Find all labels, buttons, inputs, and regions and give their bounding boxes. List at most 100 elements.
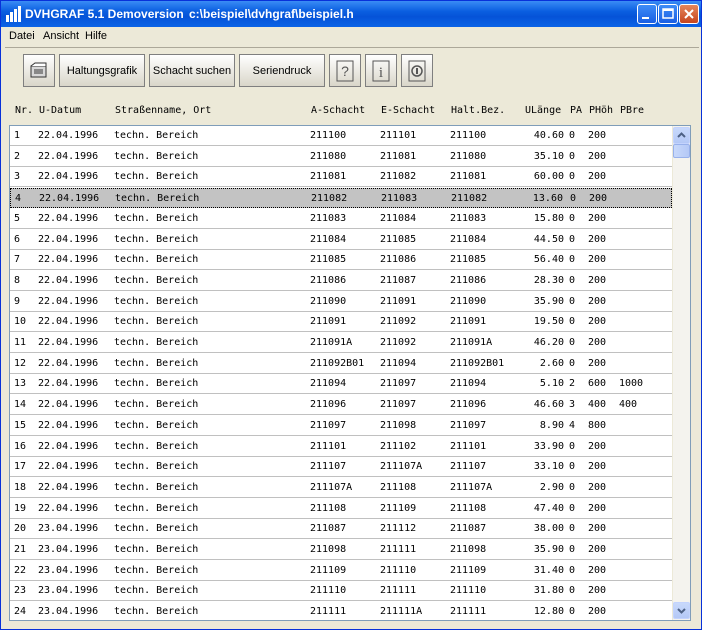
cell-pbre: 400 [619,399,638,411]
open-button[interactable] [23,54,55,87]
table-row[interactable]: 17 22.04.1996 techn. Bereich 211107 211107A 2… [10,457,672,478]
vertical-scrollbar[interactable] [672,126,690,620]
cell-a-schacht: 211085 [310,254,347,266]
app-window: DVHGRAF 5.1 Demoversion c:\beispiel\dvhg… [0,0,702,630]
table-row[interactable]: 5 22.04.1996 techn. Bereich 211083 211084 211… [10,209,672,229]
table-row[interactable]: 24 23.04.1996 techn. Bereich 211111 211111A 2… [10,602,672,620]
scroll-up-button[interactable] [673,127,690,144]
cell-datum: 22.04.1996 [38,295,99,307]
cell-phoeh: 200 [588,523,607,535]
table-row[interactable]: 16 22.04.1996 techn. Bereich 211101 211102 21… [10,437,672,457]
cell-a-schacht: 211083 [310,212,347,224]
cell-pa: 4 [569,419,576,431]
haltungsgrafik-button[interactable]: Haltungsgrafik [59,54,145,87]
table-row[interactable]: 23 23.04.1996 techn. Bereich 211110 211111 21… [10,581,672,602]
cell-nr: 23 [14,585,27,597]
cell-strasse: techn. Bereich [114,378,199,390]
table-row[interactable]: 21 23.04.1996 techn. Bereich 211098 211111 21… [10,540,672,560]
about-icon [408,60,426,81]
cell-e-schacht: 211101 [380,130,417,141]
table-row[interactable]: 3 22.04.1996 techn. Bereich 211081 211082 211… [10,167,672,188]
cell-pa: 0 [569,564,576,576]
cell-ulaenge: 46.20 [533,337,564,348]
cell-a-schacht: 211096 [310,399,347,411]
cell-strasse: techn. Bereich [114,585,199,597]
help-button[interactable]: ? [329,54,361,87]
table-row[interactable]: 14 22.04.1996 techn. Bereich 211096 211097 21… [10,395,672,416]
cell-pa: 0 [569,481,576,493]
cell-phoeh: 200 [588,254,607,266]
table-row[interactable]: 2 22.04.1996 techn. Bereich 211080 211081 211… [10,147,672,167]
cell-pa: 0 [569,295,576,307]
cell-datum: 22.04.1996 [38,502,99,514]
maximize-button[interactable] [658,4,678,24]
cell-nr: 9 [14,295,21,307]
table-row[interactable]: 9 22.04.1996 techn. Bereich 211090 211091 211… [10,292,672,312]
cell-datum: 22.04.1996 [38,440,99,452]
cell-phoeh: 200 [588,585,607,597]
cell-a-schacht: 211086 [310,274,347,286]
cell-nr: 2 [14,150,21,162]
cell-phoeh: 400 [588,399,607,411]
cell-datum: 22.04.1996 [38,357,99,369]
cell-ulaenge: 60.00 [533,171,564,183]
cell-datum: 23.04.1996 [38,564,99,576]
cell-a-schacht: 211107A [310,481,353,493]
schacht-suchen-button[interactable]: Schacht suchen [149,54,235,87]
cell-strasse: techn. Bereich [114,440,199,452]
menu-ansicht[interactable]: Ansicht [41,30,81,42]
cell-strasse: techn. Bereich [114,481,199,493]
menu-hilfe[interactable]: Hilfe [83,30,109,42]
cell-halt: 211111 [450,606,487,618]
table-row[interactable]: 18 22.04.1996 techn. Bereich 211107A 211108 2… [10,478,672,498]
table-row[interactable]: 13 22.04.1996 techn. Bereich 211094 211097 21… [10,374,672,395]
cell-datum: 22.04.1996 [38,150,99,162]
menu-datei[interactable]: Datei [7,30,37,42]
cell-strasse: techn. Bereich [114,212,199,224]
cell-datum: 22.04.1996 [38,337,99,348]
cell-pa: 0 [569,502,576,514]
info-icon: i [372,60,390,81]
col-halt: Halt.Bez. [451,105,506,116]
cell-halt: 211107A [450,481,493,493]
close-button[interactable] [679,4,699,24]
cell-ulaenge: 19.50 [533,316,564,328]
table-row[interactable]: 12 22.04.1996 techn. Bereich 211092B01 21109… [10,354,672,374]
info-button[interactable]: i [365,54,397,87]
cell-datum: 22.04.1996 [38,378,99,390]
table-row[interactable]: 22 23.04.1996 techn. Bereich 211109 211110 21… [10,561,672,581]
cell-strasse: techn. Bereich [114,544,199,555]
cell-a-schacht: 211109 [310,564,347,576]
data-list[interactable]: 1 22.04.1996 techn. Bereich 211100 211101 211… [9,125,691,621]
table-row[interactable]: 8 22.04.1996 techn. Bereich 211086 211087 211… [10,271,672,291]
title-bar[interactable]: DVHGRAF 5.1 Demoversion c:\beispiel\dvhg… [1,1,701,27]
cell-halt: 211110 [450,585,487,597]
cell-pa: 0 [569,233,576,245]
seriendruck-button[interactable]: Seriendruck [239,54,325,87]
table-row[interactable]: 4 22.04.1996 techn. Bereich 211082 211083 211… [10,188,672,209]
table-row[interactable]: 6 22.04.1996 techn. Bereich 211084 211085 211… [10,230,672,250]
cell-halt: 211091A [450,337,493,348]
cell-strasse: techn. Bereich [114,461,199,473]
table-row[interactable]: 11 22.04.1996 techn. Bereich 211091A 211092 2… [10,333,672,353]
scroll-thumb[interactable] [673,144,690,158]
table-row[interactable]: 15 22.04.1996 techn. Bereich 211097 211098 21… [10,416,672,436]
minimize-button[interactable] [637,4,657,24]
cell-halt: 211085 [450,254,487,266]
table-row[interactable]: 19 22.04.1996 techn. Bereich 211108 211109 21… [10,499,672,519]
cell-e-schacht: 211108 [380,481,417,493]
cell-e-schacht: 211094 [380,357,417,369]
cell-nr: 10 [14,316,27,328]
cell-strasse: techn. Bereich [114,564,199,576]
table-row[interactable]: 7 22.04.1996 techn. Bereich 211085 211086 211… [10,250,672,271]
cell-e-schacht: 211091 [380,295,417,307]
table-row[interactable]: 20 23.04.1996 techn. Bereich 211087 211112 21… [10,519,672,540]
table-row[interactable]: 1 22.04.1996 techn. Bereich 211100 211101 211… [10,126,672,146]
cell-phoeh: 200 [588,150,607,162]
about-button[interactable] [401,54,433,87]
cell-pa: 0 [569,585,576,597]
cell-phoeh: 200 [588,564,607,576]
scroll-down-button[interactable] [673,602,690,619]
table-row[interactable]: 10 22.04.1996 techn. Bereich 211091 211092 21… [10,312,672,333]
cell-halt: 211098 [450,544,487,555]
